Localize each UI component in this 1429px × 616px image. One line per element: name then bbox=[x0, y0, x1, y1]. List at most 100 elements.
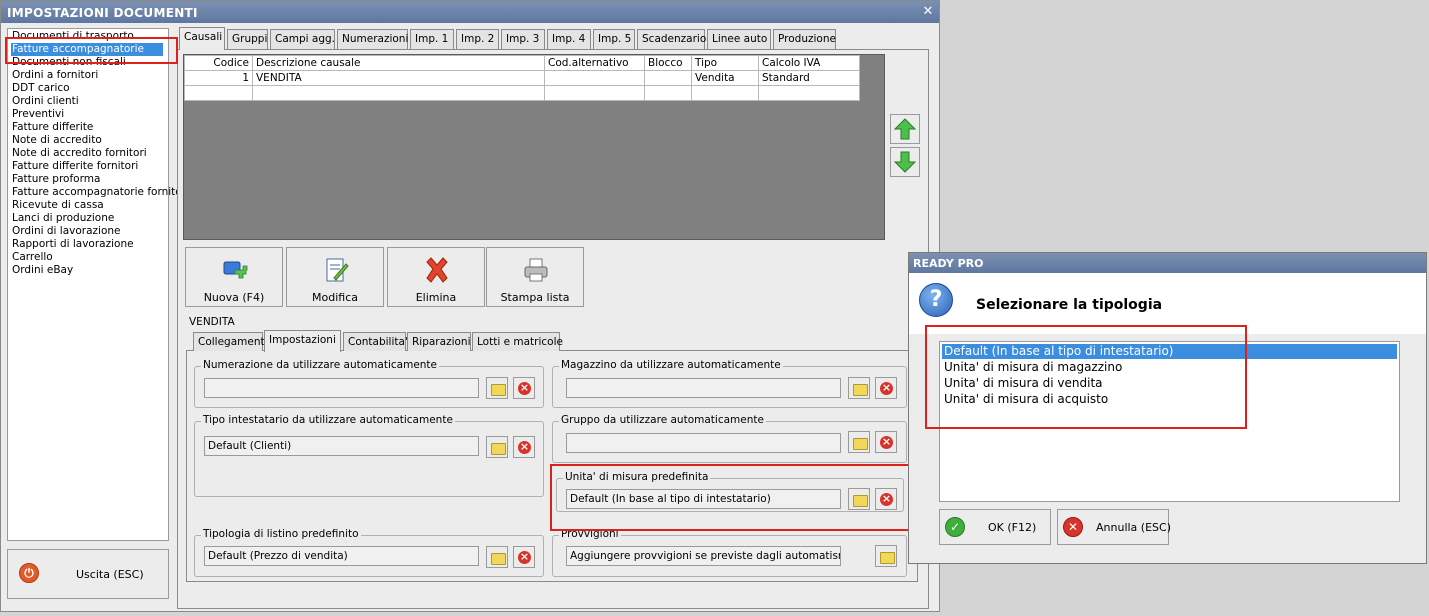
table-row[interactable]: 1 VENDITA Vendita Standard bbox=[184, 70, 860, 86]
move-down-button[interactable] bbox=[890, 147, 920, 177]
cell-blocco[interactable] bbox=[644, 70, 692, 86]
cell-calcolo-iva[interactable]: Standard bbox=[758, 70, 860, 86]
tab-imp-4[interactable]: Imp. 4 bbox=[547, 29, 591, 49]
sidebar-item[interactable]: Fatture proforma bbox=[11, 173, 101, 186]
highlight-tipologia-options bbox=[925, 325, 1247, 429]
listino-browse-button[interactable] bbox=[486, 546, 508, 568]
magazzino-group: Magazzino da utilizzare automaticamente bbox=[552, 359, 907, 408]
subtab-riparazioni[interactable]: Riparazioni bbox=[407, 332, 471, 351]
window-title: IMPOSTAZIONI DOCUMENTI bbox=[1, 1, 939, 23]
cell-tipo[interactable] bbox=[691, 85, 759, 101]
sidebar-item[interactable]: Ordini a fornitori bbox=[11, 69, 99, 82]
print-button[interactable]: Stampa lista bbox=[486, 247, 584, 307]
subtab-contabilita[interactable]: Contabilita' bbox=[343, 332, 408, 351]
sidebar-item[interactable]: Rapporti di lavorazione bbox=[11, 238, 135, 251]
tab-imp-5[interactable]: Imp. 5 bbox=[593, 29, 635, 49]
tab-causali[interactable]: Causali bbox=[179, 27, 225, 50]
tipo-intestatario-field[interactable]: Default (Clienti) bbox=[204, 436, 479, 456]
tab-imp-1[interactable]: Imp. 1 bbox=[410, 29, 454, 49]
provvigioni-field[interactable]: Aggiungere provvigioni se previste dagli… bbox=[566, 546, 841, 566]
sidebar-item[interactable]: Carrello bbox=[11, 251, 54, 264]
provvigioni-browse-button[interactable] bbox=[875, 545, 897, 567]
numerazione-browse-button[interactable] bbox=[486, 377, 508, 399]
gruppo-label: Gruppo da utilizzare automaticamente bbox=[559, 414, 766, 426]
tab-scadenzario[interactable]: Scadenzario bbox=[637, 29, 706, 49]
sidebar-item[interactable]: Ricevute di cassa bbox=[11, 199, 105, 212]
question-icon: ? bbox=[919, 283, 953, 317]
subtab-impostazioni[interactable]: Impostazioni bbox=[264, 330, 341, 352]
provvigioni-group: Provvigioni Aggiungere provvigioni se pr… bbox=[552, 528, 907, 577]
cell-tipo[interactable]: Vendita bbox=[691, 70, 759, 86]
causali-grid[interactable]: Codice Descrizione causale Cod.alternati… bbox=[183, 54, 885, 240]
delete-button[interactable]: Elimina bbox=[387, 247, 485, 307]
subtab-collegamenti[interactable]: Collegamenti bbox=[193, 332, 268, 351]
sidebar-item[interactable]: Ordini clienti bbox=[11, 95, 80, 108]
magazzino-field[interactable] bbox=[566, 378, 841, 398]
sidebar-item[interactable]: Ordini di lavorazione bbox=[11, 225, 122, 238]
col-calcolo-iva[interactable]: Calcolo IVA bbox=[758, 55, 860, 71]
col-cod-alternativo[interactable]: Cod.alternativo bbox=[544, 55, 645, 71]
sidebar-item[interactable]: Ordini eBay bbox=[11, 264, 74, 277]
numerazione-clear-button[interactable] bbox=[513, 377, 535, 399]
tab-numerazioni[interactable]: Numerazioni bbox=[337, 29, 408, 49]
col-tipo[interactable]: Tipo bbox=[691, 55, 759, 71]
tipologia-dialog: READY PRO ? Selezionare la tipologia Def… bbox=[908, 252, 1427, 564]
numerazione-field[interactable] bbox=[204, 378, 479, 398]
cell-cod-alternativo[interactable] bbox=[544, 85, 645, 101]
new-button[interactable]: Nuova (F4) bbox=[185, 247, 283, 307]
sidebar-item[interactable]: Preventivi bbox=[11, 108, 65, 121]
tab-gruppi[interactable]: Gruppi bbox=[227, 29, 268, 49]
tab-imp-2[interactable]: Imp. 2 bbox=[456, 29, 499, 49]
cell-blocco[interactable] bbox=[644, 85, 692, 101]
cell-calcolo-iva[interactable] bbox=[758, 85, 860, 101]
magazzino-clear-button[interactable] bbox=[875, 377, 897, 399]
sidebar-item[interactable]: Fatture accompagnatorie fornito bbox=[11, 186, 183, 199]
listino-group: Tipologia di listino predefinito Default… bbox=[194, 528, 544, 577]
tab-linee-auto[interactable]: Linee auto bbox=[707, 29, 771, 49]
col-codice[interactable]: Codice bbox=[184, 55, 253, 71]
tab-produzione[interactable]: Produzione bbox=[773, 29, 836, 49]
sidebar-item[interactable]: DDT carico bbox=[11, 82, 71, 95]
edit-button-label: Modifica bbox=[312, 291, 358, 304]
gruppo-group: Gruppo da utilizzare automaticamente bbox=[552, 414, 907, 463]
cell-codice[interactable]: 1 bbox=[184, 70, 253, 86]
ok-button[interactable]: ✓ OK (F12) bbox=[939, 509, 1051, 545]
sidebar-item[interactable]: Note di accredito bbox=[11, 134, 103, 147]
exit-button[interactable]: ⏻ Uscita (ESC) bbox=[7, 549, 169, 599]
col-descrizione[interactable]: Descrizione causale bbox=[252, 55, 545, 71]
sidebar-item[interactable]: Lanci di produzione bbox=[11, 212, 115, 225]
cell-cod-alternativo[interactable] bbox=[544, 70, 645, 86]
document-type-list[interactable]: Documenti di trasporto Fatture accompagna… bbox=[7, 28, 182, 541]
table-row[interactable] bbox=[184, 85, 860, 101]
cancel-button[interactable]: ✕ Annulla (ESC) bbox=[1057, 509, 1171, 545]
tipo-intestatario-group: Tipo intestatario da utilizzare automati… bbox=[194, 414, 544, 497]
col-blocco[interactable]: Blocco bbox=[644, 55, 692, 71]
gruppo-clear-button[interactable] bbox=[875, 431, 897, 453]
tipo-intestatario-browse-button[interactable] bbox=[486, 436, 508, 458]
causale-group-label: VENDITA bbox=[189, 316, 235, 328]
listino-field[interactable]: Default (Prezzo di vendita) bbox=[204, 546, 479, 566]
dialog-title: READY PRO bbox=[909, 253, 1426, 273]
print-button-label: Stampa lista bbox=[500, 291, 570, 304]
cell-descrizione[interactable] bbox=[252, 85, 545, 101]
move-up-button[interactable] bbox=[890, 114, 920, 144]
cell-descrizione[interactable]: VENDITA bbox=[252, 70, 545, 86]
sidebar-item[interactable]: Fatture differite fornitori bbox=[11, 160, 139, 173]
tab-campi-agg[interactable]: Campi agg. bbox=[270, 29, 335, 49]
gruppo-browse-button[interactable] bbox=[848, 431, 870, 453]
power-icon: ⏻ bbox=[19, 563, 39, 583]
sidebar-item[interactable]: Note di accredito fornitori bbox=[11, 147, 148, 160]
tab-imp-3[interactable]: Imp. 3 bbox=[501, 29, 545, 49]
listino-clear-button[interactable] bbox=[513, 546, 535, 568]
subtab-lotti-e-matricole[interactable]: Lotti e matricole bbox=[472, 332, 563, 351]
magazzino-browse-button[interactable] bbox=[848, 377, 870, 399]
tipo-intestatario-clear-button[interactable] bbox=[513, 436, 535, 458]
edit-icon bbox=[326, 258, 349, 282]
gruppo-field[interactable] bbox=[566, 433, 841, 453]
close-icon[interactable]: ✕ bbox=[921, 5, 935, 19]
cell-codice[interactable] bbox=[184, 85, 253, 101]
edit-button[interactable]: Modifica bbox=[286, 247, 384, 307]
highlight-fatture-accompagnatorie bbox=[5, 37, 178, 64]
sidebar-item[interactable]: Fatture differite bbox=[11, 121, 94, 134]
cancel-button-label: Annulla (ESC) bbox=[1096, 521, 1171, 534]
